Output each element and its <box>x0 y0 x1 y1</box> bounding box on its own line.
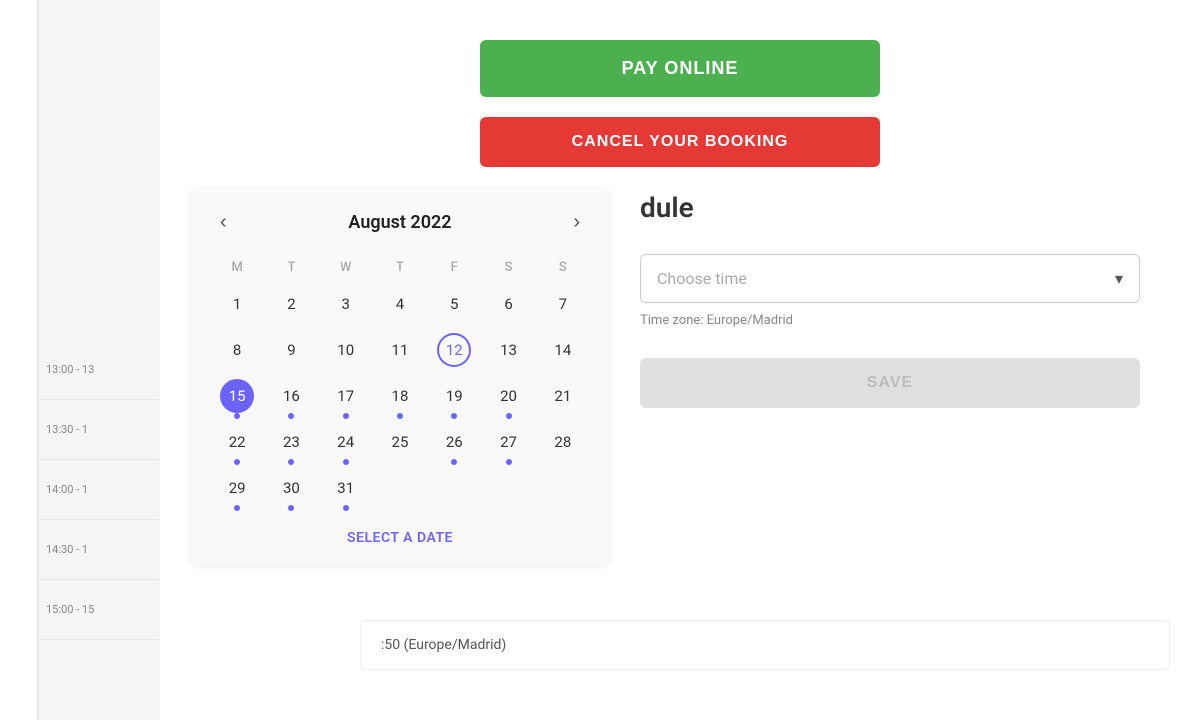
modal-panel: PAY ONLINE CANCEL YOUR BOOKING ‹ August … <box>160 0 1200 720</box>
calendar-header: ‹ August 2022 › <box>210 207 590 238</box>
calendar-day-cell[interactable]: 31 <box>319 465 373 511</box>
next-month-button[interactable]: › <box>563 207 590 238</box>
day-header: W <box>319 254 373 281</box>
calendar-day-cell[interactable]: 22 <box>210 419 264 465</box>
calendar-day-cell[interactable]: 17 <box>319 373 373 419</box>
calendar-day-cell[interactable]: 19 <box>427 373 481 419</box>
calendar-day-cell[interactable]: 21 <box>536 373 590 419</box>
day-header: T <box>373 254 427 281</box>
time-picker-dropdown[interactable]: Choose time ▾ <box>640 254 1140 303</box>
bg-time-slots: 13:00 - 13 13:30 - 1 14:00 - 1 14:30 - 1… <box>38 340 158 640</box>
calendar-day-cell[interactable]: 25 <box>373 419 427 465</box>
pay-online-button[interactable]: PAY ONLINE <box>480 40 880 97</box>
save-button[interactable]: SAVE <box>640 358 1140 408</box>
right-panel: dule Choose time ▾ Time zone: Europe/Mad… <box>610 187 1170 566</box>
calendar-grid: MTWTFSS 12345678910111213141516171819202… <box>210 254 590 511</box>
day-header: S <box>536 254 590 281</box>
select-date-link[interactable]: SELECT A DATE <box>347 530 453 546</box>
calendar-day-cell[interactable]: 4 <box>373 281 427 327</box>
calendar-footer: SELECT A DATE <box>210 527 590 546</box>
calendar-day-cell[interactable]: 16 <box>264 373 318 419</box>
calendar-day-cell <box>481 465 535 511</box>
calendar-day-cell[interactable]: 26 <box>427 419 481 465</box>
calendar-day-cell[interactable]: 8 <box>210 327 264 373</box>
time-picker-label: Choose time <box>657 269 747 288</box>
calendar-day-cell[interactable]: 6 <box>481 281 535 327</box>
calendar-day-cell[interactable]: 23 <box>264 419 318 465</box>
calendar-day-cell[interactable]: 27 <box>481 419 535 465</box>
prev-month-button[interactable]: ‹ <box>210 207 237 238</box>
calendar-day-cell[interactable]: 9 <box>264 327 318 373</box>
calendar-day-cell <box>373 465 427 511</box>
day-header: T <box>264 254 318 281</box>
calendar-month-title: August 2022 <box>348 212 451 233</box>
day-header: F <box>427 254 481 281</box>
calendar-panel: ‹ August 2022 › MTWTFSS 1234567891011121… <box>190 187 610 566</box>
calendar-day-cell[interactable]: 12 <box>427 327 481 373</box>
calendar-day-cell[interactable]: 2 <box>264 281 318 327</box>
calendar-day-cell[interactable]: 15 <box>210 373 264 419</box>
calendar-day-cell[interactable]: 7 <box>536 281 590 327</box>
calendar-day-cell[interactable]: 10 <box>319 327 373 373</box>
calendar-day-cell[interactable]: 1 <box>210 281 264 327</box>
dropdown-arrow-icon: ▾ <box>1115 269 1123 288</box>
calendar-day-cell[interactable]: 28 <box>536 419 590 465</box>
bottom-section: ‹ August 2022 › MTWTFSS 1234567891011121… <box>190 187 1170 566</box>
calendar-day-cell[interactable]: 5 <box>427 281 481 327</box>
calendar-day-cell[interactable]: 18 <box>373 373 427 419</box>
calendar-day-cell[interactable]: 14 <box>536 327 590 373</box>
day-header: M <box>210 254 264 281</box>
calendar-day-cell[interactable]: 20 <box>481 373 535 419</box>
calendar-day-cell <box>536 465 590 511</box>
calendar-day-cell[interactable]: 13 <box>481 327 535 373</box>
cancel-booking-button[interactable]: CANCEL YOUR BOOKING <box>480 117 880 167</box>
calendar-day-cell <box>427 465 481 511</box>
timezone-text: Time zone: Europe/Madrid <box>640 313 1140 328</box>
footer-time-info: :50 (Europe/Madrid) <box>360 620 1170 670</box>
calendar-day-cell[interactable]: 29 <box>210 465 264 511</box>
calendar-day-cell[interactable]: 24 <box>319 419 373 465</box>
schedule-title: dule <box>640 191 1140 224</box>
calendar-day-cell[interactable]: 3 <box>319 281 373 327</box>
calendar-day-cell[interactable]: 11 <box>373 327 427 373</box>
day-header: S <box>481 254 535 281</box>
calendar-day-cell[interactable]: 30 <box>264 465 318 511</box>
bg-sidebar <box>0 0 38 720</box>
